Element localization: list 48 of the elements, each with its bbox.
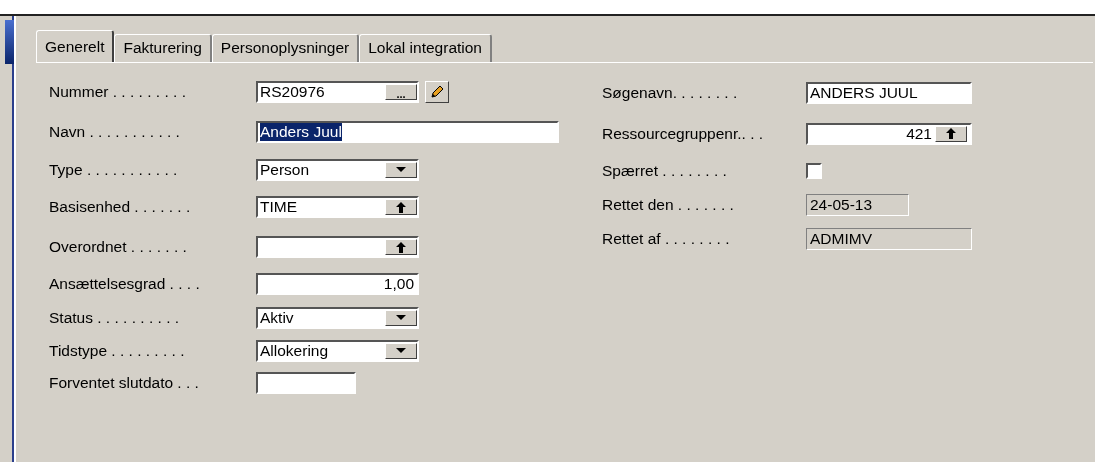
field-label: Type . . . . . . . . . . . bbox=[49, 161, 179, 179]
input-field: 24-05-13 bbox=[806, 194, 909, 216]
input-field[interactable]: RS20976 ... bbox=[256, 80, 419, 103]
input-field[interactable] bbox=[256, 372, 356, 394]
input-field[interactable]: Anders Juul bbox=[256, 120, 559, 143]
lookup-button[interactable] bbox=[935, 125, 967, 142]
checkbox[interactable] bbox=[806, 163, 822, 179]
assist-button[interactable]: ... bbox=[385, 83, 417, 100]
field-label: Rettet den . . . . . . . bbox=[602, 196, 735, 214]
field-label: Rettet af . . . . . . . . bbox=[602, 230, 731, 248]
input-field[interactable]: TIME bbox=[256, 196, 419, 218]
dropdown-field[interactable]: Allokering bbox=[256, 340, 419, 362]
field-label: Overordnet . . . . . . . bbox=[49, 238, 188, 256]
field-label: Nummer . . . . . . . . . bbox=[49, 82, 187, 101]
field-label: Ansættelsesgrad . . . . bbox=[49, 275, 201, 293]
lookup-button[interactable] bbox=[385, 239, 417, 255]
field-label: Tidstype . . . . . . . . . bbox=[49, 342, 186, 360]
tab[interactable]: Personoplysninger bbox=[211, 34, 360, 62]
up-arrow-icon bbox=[946, 128, 956, 139]
input-field[interactable]: 1,00 bbox=[256, 273, 419, 295]
field-label: Status . . . . . . . . . . bbox=[49, 309, 181, 327]
field-label: Navn . . . . . . . . . . . bbox=[49, 122, 181, 141]
lookup-button[interactable] bbox=[385, 199, 417, 215]
field-label: Søgenavn. . . . . . . . bbox=[602, 84, 739, 102]
up-arrow-icon bbox=[396, 201, 406, 213]
pencil-button[interactable] bbox=[425, 80, 449, 103]
field-label: Ressourcegruppenr.. . . bbox=[602, 124, 765, 143]
tab[interactable]: Fakturering bbox=[114, 34, 212, 62]
dropdown-field[interactable]: Person bbox=[256, 159, 419, 181]
field-label: Spærret . . . . . . . . bbox=[602, 162, 728, 180]
field-label: Basisenhed . . . . . . . bbox=[49, 198, 192, 216]
caret-icon bbox=[396, 167, 406, 173]
field-label: Forventet slutdato . . . bbox=[49, 374, 200, 392]
caret-icon bbox=[396, 315, 406, 321]
tab[interactable]: Lokal integration bbox=[359, 34, 492, 62]
input-field: ADMIMV bbox=[806, 228, 972, 250]
dropdown-button[interactable] bbox=[385, 162, 417, 178]
pencil-icon bbox=[429, 83, 445, 100]
window-edge bbox=[5, 20, 14, 64]
dropdown-button[interactable] bbox=[385, 310, 417, 326]
input-field[interactable] bbox=[256, 236, 419, 258]
tab[interactable]: Generelt bbox=[36, 30, 115, 62]
dropdown-button[interactable] bbox=[385, 343, 417, 359]
input-field[interactable]: 421 bbox=[806, 122, 972, 145]
input-field[interactable]: ANDERS JUUL bbox=[806, 82, 972, 104]
caret-icon bbox=[396, 348, 406, 354]
dropdown-field[interactable]: Aktiv bbox=[256, 307, 419, 329]
up-arrow-icon bbox=[396, 241, 406, 253]
